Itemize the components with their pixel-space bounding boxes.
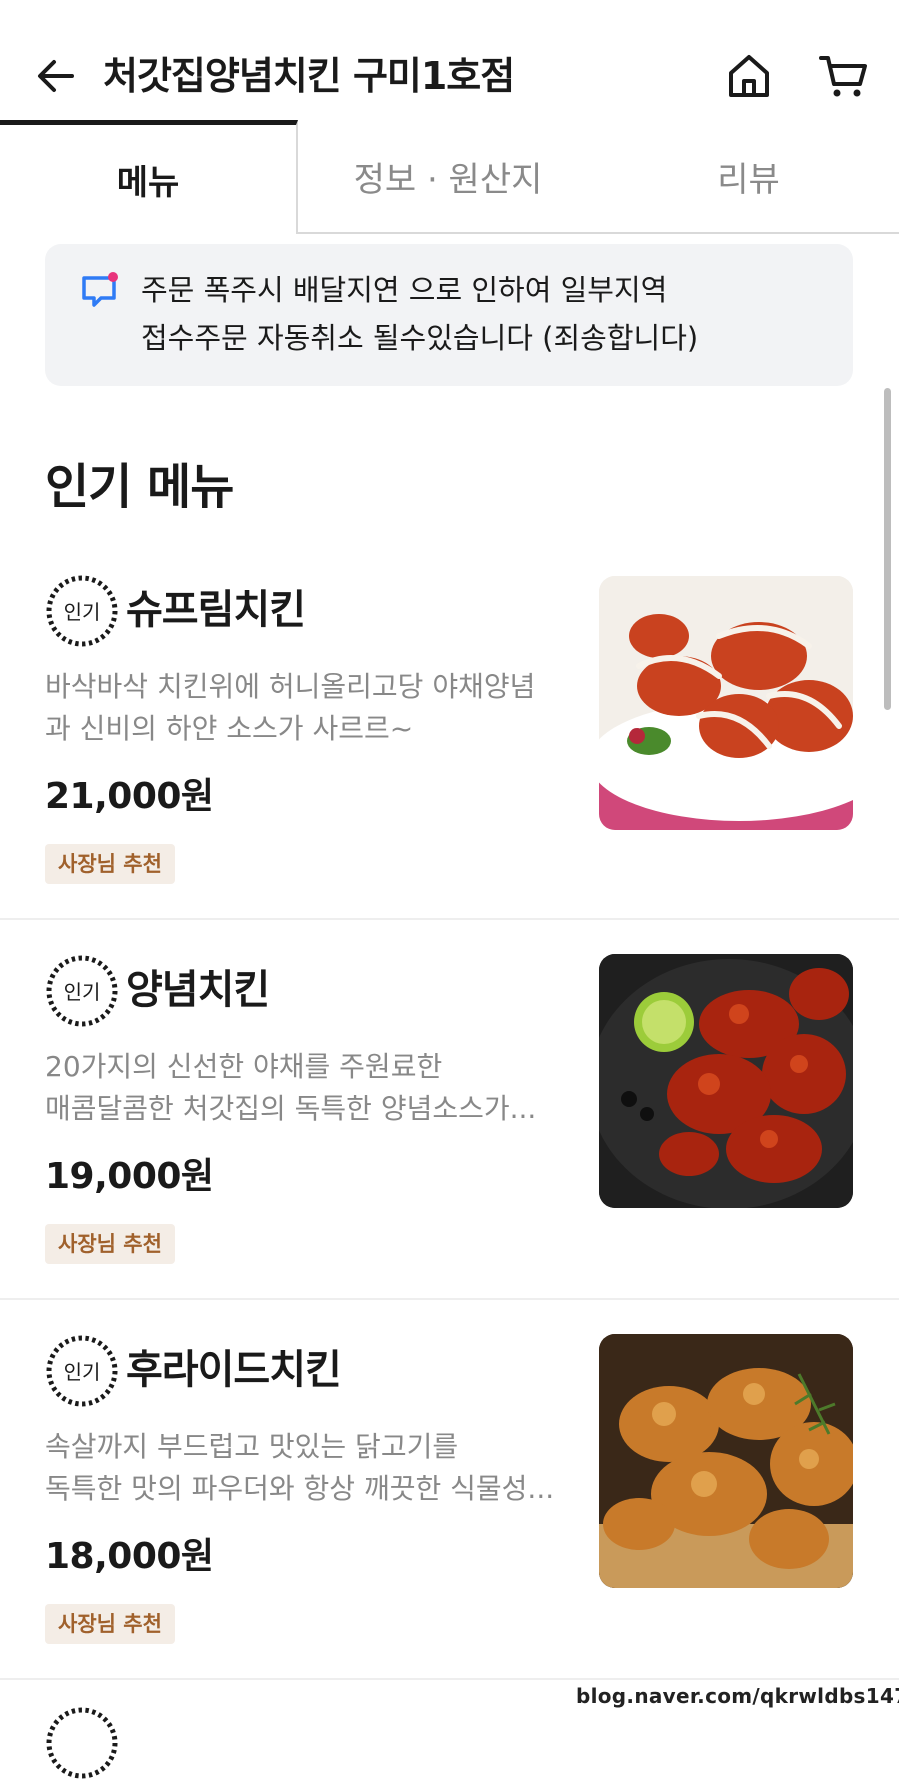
popular-badge-icon: 인기 (46, 955, 118, 1027)
fried-chicken-photo (599, 1334, 853, 1588)
owner-recommend-tag: 사장님 추천 (45, 1224, 175, 1264)
menu-item-supreme-chicken[interactable]: 인기 슈프림치킨 바삭바삭 치킨위에 허니올리고당 야채양념 과 신비의 하얀 … (0, 572, 899, 952)
tab-review[interactable]: 리뷰 (598, 120, 899, 234)
notice-line-2: 접수주문 자동취소 될수있습니다 (죄송합니다) (141, 321, 699, 355)
menu-description-line-2: 매콤달콤한 처갓집의 독특한 양념소스가... (45, 1092, 537, 1125)
menu-description-line-1: 20가지의 신선한 야채를 주원료한 (45, 1050, 443, 1083)
divider (0, 1678, 899, 1680)
supreme-chicken-photo (599, 576, 853, 830)
menu-description-line-1: 속살까지 부드럽고 맛있는 닭고기를 (45, 1430, 459, 1463)
menu-item-fried-chicken[interactable]: 인기 후라이드치킨 속살까지 부드럽고 맛있는 닭고기를 독특한 맛의 파우더와… (0, 1332, 899, 1712)
menu-description: 바삭바삭 치킨위에 허니올리고당 야채양념 과 신비의 하얀 소스가 사르르~ (45, 666, 575, 750)
megaphone-icon (82, 272, 118, 307)
menu-name: 후라이드치킨 (126, 1347, 342, 1393)
popular-badge-label: 인기 (64, 600, 101, 624)
tab-menu[interactable]: 메뉴 (0, 120, 298, 234)
menu-description: 20가지의 신선한 야채를 주원료한 매콤달콤한 처갓집의 독특한 양념소스가.… (45, 1046, 575, 1130)
home-button[interactable] (720, 46, 778, 106)
notice-text: 주문 폭주시 배달지연 으로 인하여 일부지역 접수주문 자동취소 될수있습니다… (141, 266, 831, 362)
popular-badge-icon: 인기 (46, 1335, 118, 1407)
store-title: 처갓집양념치킨 구미1호점 (103, 54, 515, 98)
divider (0, 918, 899, 920)
owner-recommend-tag: 사장님 추천 (45, 844, 175, 884)
menu-description-line-2: 과 신비의 하얀 소스가 사르르~ (45, 712, 414, 745)
store-tabs: 메뉴 정보 · 원산지 리뷰 (0, 120, 899, 236)
menu-price: 19,000원 (45, 1156, 214, 1197)
menu-description-line-1: 바삭바삭 치킨위에 허니올리고당 야채양념 (45, 670, 536, 703)
home-icon (729, 55, 769, 97)
tab-info-origin[interactable]: 정보 · 원산지 (298, 120, 598, 234)
watermark: blog.naver.com/qkrwldbs1474 (576, 1684, 899, 1708)
popular-badge-icon: 인기 (46, 575, 118, 647)
arrow-left-icon (38, 60, 74, 92)
owner-recommend-tag: 사장님 추천 (45, 1604, 175, 1644)
seasoned-chicken-photo (599, 954, 853, 1208)
cart-icon (819, 56, 867, 97)
menu-description-line-2: 독특한 맛의 파우더와 항상 깨끗한 식물성... (45, 1472, 555, 1505)
notice-line-1: 주문 폭주시 배달지연 으로 인하여 일부지역 (141, 273, 668, 307)
menu-description: 속살까지 부드럽고 맛있는 닭고기를 독특한 맛의 파우더와 항상 깨끗한 식물… (45, 1426, 575, 1510)
top-app-bar: 처갓집양념치킨 구미1호점 (0, 0, 899, 120)
menu-name: 양념치킨 (126, 967, 270, 1013)
section-title-popular: 인기 메뉴 (45, 459, 234, 515)
menu-price: 21,000원 (45, 776, 214, 817)
cart-button[interactable] (812, 46, 874, 106)
popular-badge-label: 인기 (64, 980, 101, 1004)
popular-badge-label: 인기 (64, 1360, 101, 1384)
back-button[interactable] (30, 44, 82, 108)
menu-item-seasoned-chicken[interactable]: 인기 양념치킨 20가지의 신선한 야채를 주원료한 매콤달콤한 처갓집의 독특… (0, 952, 899, 1332)
divider (0, 1298, 899, 1300)
store-notice[interactable]: 주문 폭주시 배달지연 으로 인하여 일부지역 접수주문 자동취소 될수있습니다… (45, 244, 853, 386)
menu-name: 슈프림치킨 (126, 587, 306, 633)
menu-price: 18,000원 (45, 1536, 214, 1577)
popular-badge-icon (46, 1707, 118, 1779)
